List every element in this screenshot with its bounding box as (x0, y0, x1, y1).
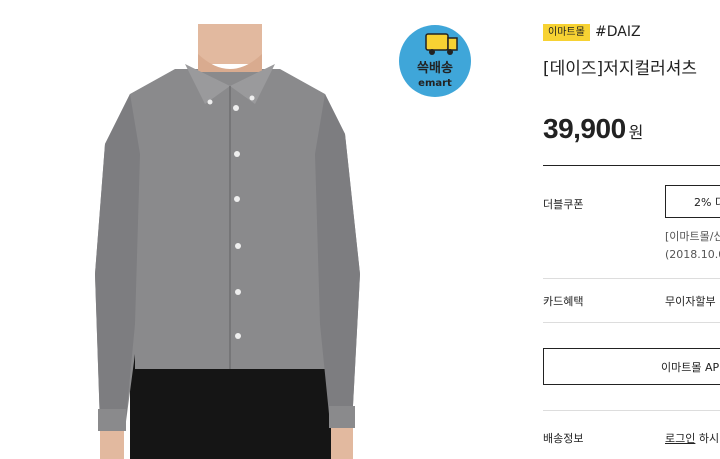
shipping-rest: 하시 (695, 432, 720, 445)
divider (543, 322, 720, 323)
store-badge[interactable]: 이마트몰 (543, 24, 590, 41)
shipping-label: 배송정보 (543, 432, 584, 445)
double-coupon-label: 더블쿠폰 (543, 198, 584, 211)
product-price: 39,900 원 (543, 113, 643, 145)
price-value: 39,900 (543, 113, 626, 144)
divider (543, 278, 720, 279)
double-coupon-button[interactable]: 2% 더 (665, 185, 720, 218)
shipping-info: 로그인 하시 (665, 430, 719, 446)
divider (543, 410, 720, 411)
svg-text:emart: emart (418, 78, 452, 89)
coupon-note-line1: [이마트몰/신 (665, 230, 720, 243)
brand-tag[interactable]: #DAIZ (595, 22, 641, 42)
emart-app-button[interactable]: 이마트몰 AP (543, 348, 720, 385)
card-benefit-label: 카드혜택 (543, 295, 584, 308)
coupon-note-line2: (2018.10.0 (665, 248, 720, 261)
card-benefit-value[interactable]: 무이자할부 (665, 293, 716, 309)
price-unit: 원 (628, 123, 644, 142)
svg-text:쓱배송: 쓱배송 (417, 60, 453, 76)
login-link[interactable]: 로그인 (665, 432, 695, 445)
divider (543, 165, 720, 166)
product-title: [데이즈]저지컬러셔츠 (543, 59, 698, 79)
ssg-delivery-badge: 쓱배송 emart (398, 24, 472, 98)
product-info-panel: 이마트몰 #DAIZ [데이즈]저지컬러셔츠 39,900원 더블쿠폰 2% 더… (543, 0, 720, 459)
